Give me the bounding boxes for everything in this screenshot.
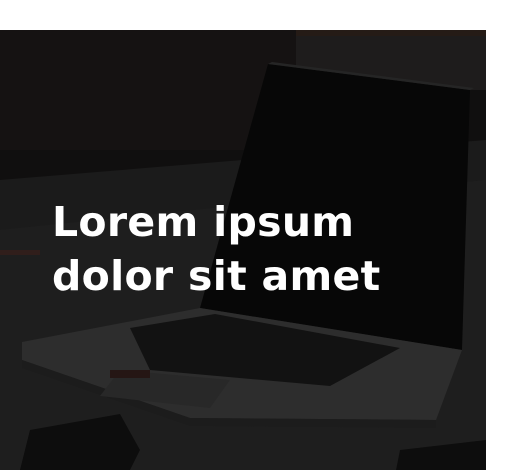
hero-banner: Lorem ipsum dolor sit amet [0, 30, 486, 470]
hero-title: Lorem ipsum dolor sit amet [52, 195, 452, 303]
page: Lorem ipsum dolor sit amet [0, 0, 508, 470]
hero-title-line-1: Lorem ipsum [52, 198, 355, 246]
hero-title-line-2: dolor sit amet [52, 252, 381, 300]
